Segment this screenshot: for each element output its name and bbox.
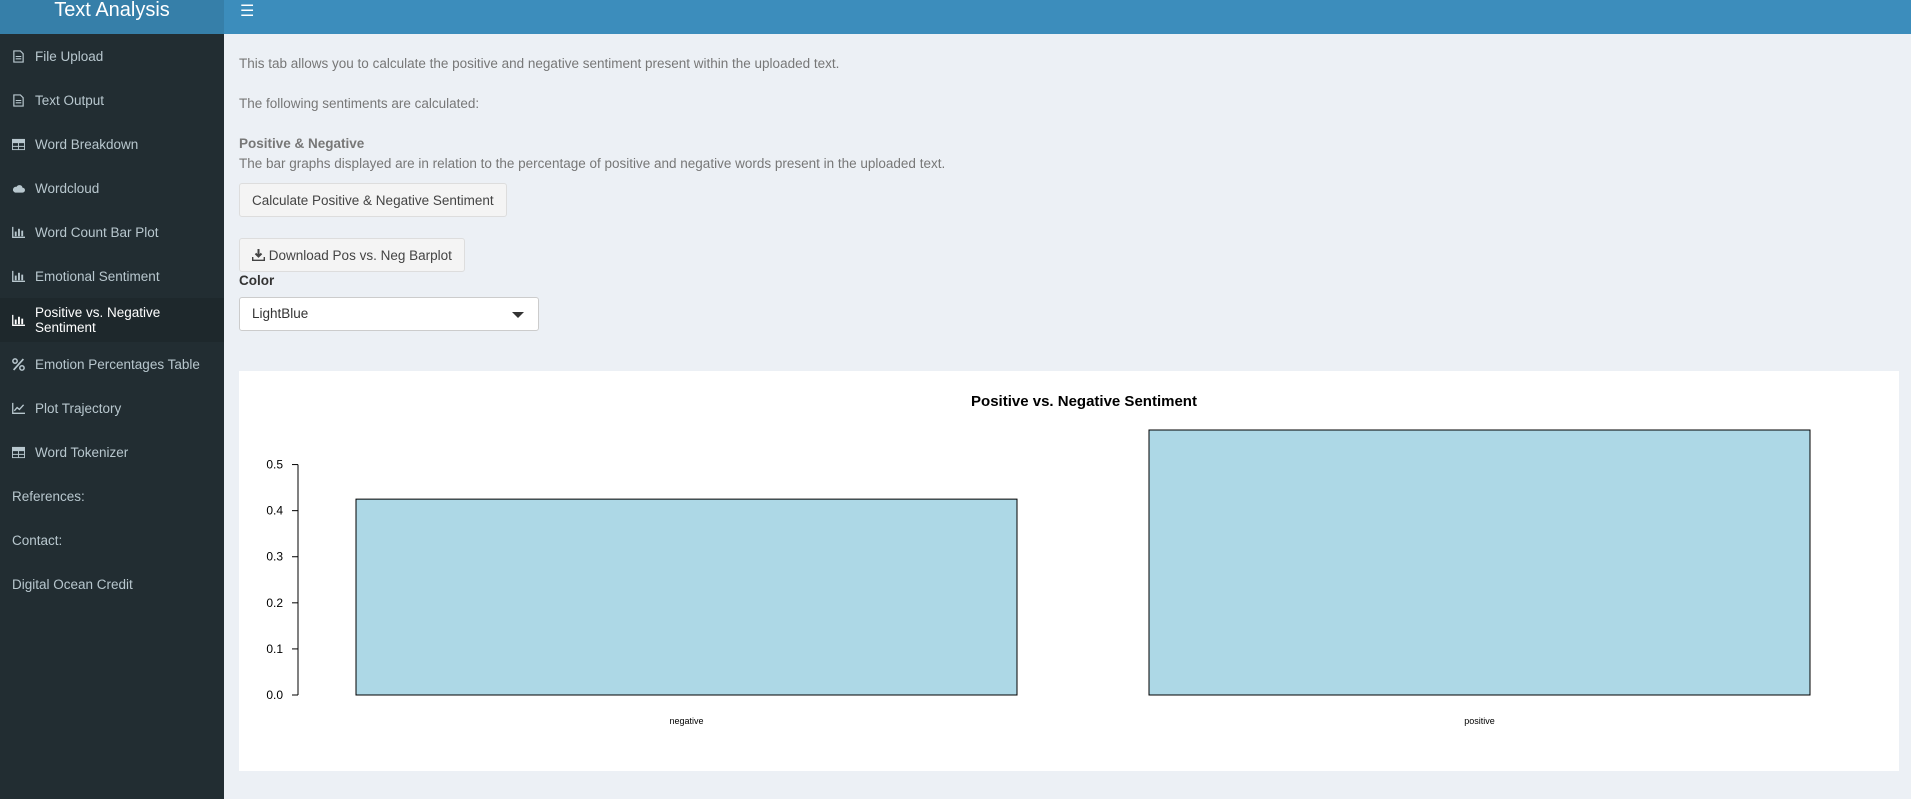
download-button-label: Download Pos vs. Neg Barplot <box>268 248 452 263</box>
download-icon <box>251 248 266 263</box>
sentiment-bar-chart: Positive vs. Negative Sentiment 0.0 0.1 0.… <box>266 393 1811 726</box>
y-tick-label: 0.0 <box>266 688 283 702</box>
top-navbar: Text Analysis ☰ <box>0 0 1911 34</box>
sidebar-item-text-output[interactable]: Text Output <box>0 78 224 122</box>
sidebar-item-label: Wordcloud <box>35 180 100 196</box>
y-tick-label: 0.3 <box>266 550 283 564</box>
sidebar-item-file-upload[interactable]: File Upload <box>0 34 224 78</box>
sidebar-item-label: Contact: <box>12 532 63 548</box>
cloud-icon <box>12 182 25 195</box>
sidebar-item-label: Word Tokenizer <box>35 444 129 460</box>
download-barplot-button[interactable]: Download Pos vs. Neg Barplot <box>239 238 465 272</box>
y-tick-label: 0.5 <box>266 458 283 472</box>
sidebar-item-label: Emotion Percentages Table <box>35 356 200 372</box>
bar-negative <box>355 498 1018 696</box>
intro-text: This tab allows you to calculate the pos… <box>239 56 840 71</box>
color-select[interactable]: LightBlue <box>239 297 539 331</box>
plot-panel: Positive vs. Negative Sentiment 0.0 0.1 0.… <box>239 371 1899 771</box>
section-title: Positive & Negative <box>239 136 365 151</box>
color-label: Color <box>239 273 275 288</box>
sidebar-item-label: File Upload <box>35 48 104 64</box>
sidebar-item-wordcloud[interactable]: Wordcloud <box>0 166 224 210</box>
sidebar-item-contact[interactable]: Contact: <box>0 518 224 562</box>
sidebar-item-label: Emotional Sentiment <box>35 268 160 284</box>
sidebar-item-label: Positive vs. Negative Sentiment <box>35 305 161 335</box>
percent-icon <box>12 357 25 371</box>
app-title: Text Analysis <box>0 0 224 34</box>
sidebar-item-emotion-percentages-table[interactable]: Emotion Percentages Table <box>0 342 224 386</box>
bar-chart-icon <box>12 270 25 283</box>
sidebar-item-label: References: <box>12 488 85 504</box>
bar-positive <box>1148 429 1811 696</box>
bar-chart-icon <box>12 314 25 327</box>
sidebar-item-label: Text Output <box>35 92 105 108</box>
sidebar-item-word-count-bar-plot[interactable]: Word Count Bar Plot <box>0 210 224 254</box>
sidebar-item-positive-vs-negative-sentiment[interactable]: Positive vs. Negative Sentiment <box>0 298 224 342</box>
sidebar-item-digital-ocean-credit[interactable]: Digital Ocean Credit <box>0 562 224 606</box>
sidebar-item-plot-trajectory[interactable]: Plot Trajectory <box>0 386 224 430</box>
table-icon <box>12 446 25 459</box>
sidebar-item-label: Word Breakdown <box>35 136 139 152</box>
sidebar: File Upload Text Output Word Breakdown W… <box>0 34 224 799</box>
sidebar-item-word-breakdown[interactable]: Word Breakdown <box>0 122 224 166</box>
hamburger-icon[interactable]: ☰ <box>240 1 254 21</box>
file-icon <box>12 93 25 107</box>
sidebar-item-label: Word Count Bar Plot <box>35 224 159 240</box>
sidebar-item-label: Plot Trajectory <box>35 400 122 416</box>
sidebar-item-references[interactable]: References: <box>0 474 224 518</box>
table-icon <box>12 138 25 151</box>
x-tick-label: positive <box>1464 716 1495 726</box>
calculate-sentiment-button[interactable]: Calculate Positive & Negative Sentiment <box>239 183 507 217</box>
section-description: The bar graphs displayed are in relation… <box>239 156 946 171</box>
y-tick-label: 0.1 <box>266 642 283 656</box>
chart-title: Positive vs. Negative Sentiment <box>971 393 1197 410</box>
bar-chart-icon <box>12 226 25 239</box>
sidebar-item-emotional-sentiment[interactable]: Emotional Sentiment <box>0 254 224 298</box>
sidebar-item-word-tokenizer[interactable]: Word Tokenizer <box>0 430 224 474</box>
sidebar-item-label: Digital Ocean Credit <box>12 576 133 592</box>
chevron-down-icon <box>512 312 524 318</box>
line-chart-icon <box>12 402 25 415</box>
following-text: The following sentiments are calculated: <box>239 96 480 111</box>
y-tick-label: 0.4 <box>266 504 283 518</box>
x-tick-label: negative <box>669 716 703 726</box>
y-tick-label: 0.2 <box>266 596 283 610</box>
file-icon <box>12 49 25 63</box>
color-select-value: LightBlue <box>252 306 309 321</box>
